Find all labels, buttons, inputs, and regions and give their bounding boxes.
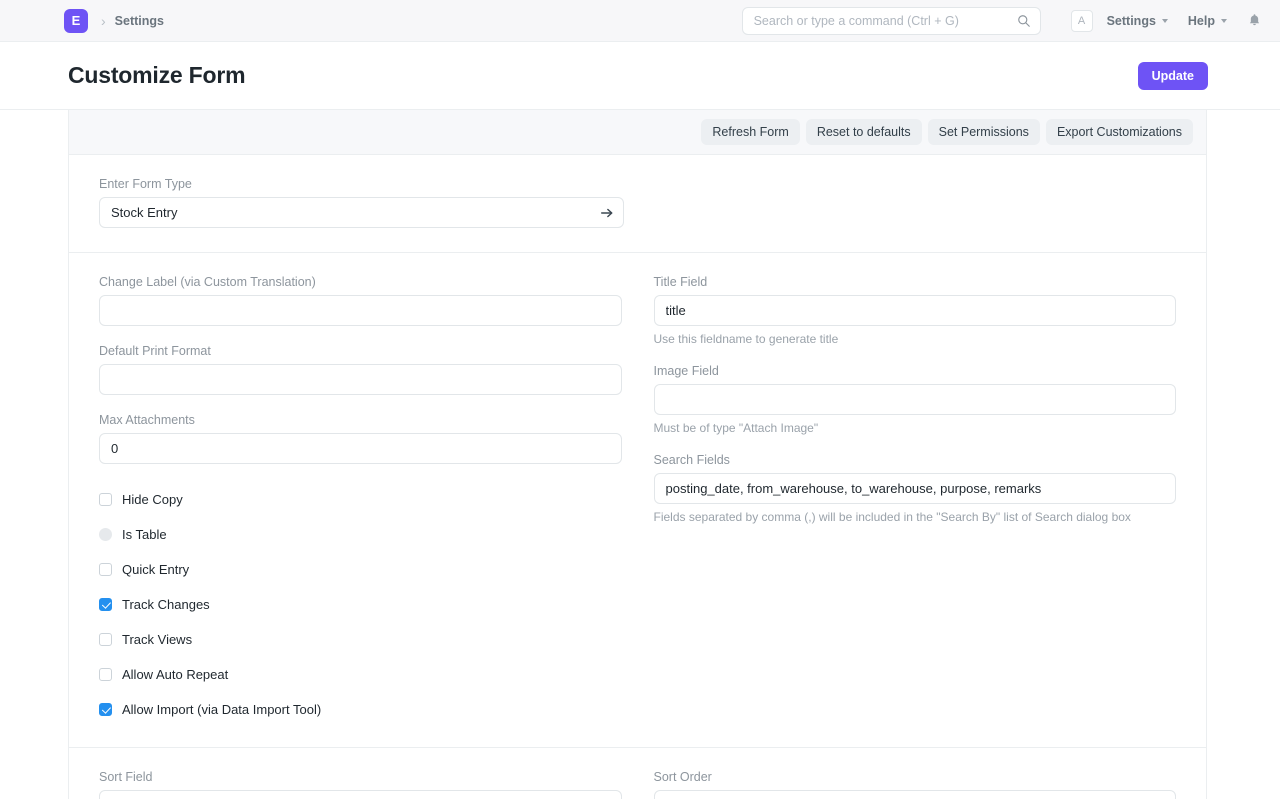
form-type-label: Enter Form Type: [99, 177, 624, 191]
search-fields-field: Search Fields Fields separated by comma …: [654, 453, 1177, 524]
sort-field-label: Sort Field: [99, 770, 622, 784]
app-logo[interactable]: E: [64, 9, 88, 33]
sort-field-select[interactable]: [99, 790, 622, 799]
global-search-box[interactable]: [742, 7, 1041, 35]
search-icon: [1017, 14, 1031, 28]
page-body: Refresh Form Reset to defaults Set Permi…: [0, 110, 1280, 799]
form-type-section: Enter Form Type: [69, 155, 1206, 253]
settings-dropdown[interactable]: Settings: [1107, 14, 1168, 28]
title-field-input[interactable]: [654, 295, 1177, 326]
sort-section: Sort Field Sort Order: [69, 748, 1206, 799]
is-table-label: Is Table: [122, 527, 167, 542]
change-label-label: Change Label (via Custom Translation): [99, 275, 622, 289]
track-views-label: Track Views: [122, 632, 192, 647]
is-table-checkbox: [99, 528, 112, 541]
checkbox-row-allow-import[interactable]: Allow Import (via Data Import Tool): [99, 696, 622, 723]
track-changes-checkbox[interactable]: [99, 598, 112, 611]
chevron-down-icon: [1162, 19, 1168, 23]
max-attachments-label: Max Attachments: [99, 413, 622, 427]
settings-right-column: Title Field Use this fieldname to genera…: [654, 275, 1177, 723]
title-field-label: Title Field: [654, 275, 1177, 289]
breadcrumb-settings-link[interactable]: Settings: [115, 14, 164, 28]
quick-entry-label: Quick Entry: [122, 562, 189, 577]
form-settings-grid: Change Label (via Custom Translation) De…: [99, 275, 1176, 723]
settings-dropdown-label: Settings: [1107, 14, 1156, 28]
reset-to-defaults-button[interactable]: Reset to defaults: [806, 119, 922, 145]
sort-order-select[interactable]: [654, 790, 1177, 799]
search-fields-input[interactable]: [654, 473, 1177, 504]
bell-icon[interactable]: [1247, 13, 1262, 28]
navbar: E › Settings A Settings Help: [0, 0, 1280, 42]
update-button[interactable]: Update: [1138, 62, 1208, 90]
default-print-format-field: Default Print Format: [99, 344, 622, 395]
track-changes-label: Track Changes: [122, 597, 210, 612]
sort-field-select-wrap: [99, 790, 622, 799]
search-fields-label: Search Fields: [654, 453, 1177, 467]
help-dropdown-label: Help: [1188, 14, 1215, 28]
form-type-input[interactable]: [99, 197, 624, 228]
allow-auto-repeat-checkbox[interactable]: [99, 668, 112, 681]
hide-copy-label: Hide Copy: [122, 492, 183, 507]
form-toolbar: Refresh Form Reset to defaults Set Permi…: [69, 110, 1206, 155]
sort-field-field: Sort Field: [99, 770, 622, 799]
change-label-field: Change Label (via Custom Translation): [99, 275, 622, 326]
checkbox-row-is-table: Is Table: [99, 521, 622, 548]
page-title: Customize Form: [68, 62, 245, 89]
quick-entry-checkbox[interactable]: [99, 563, 112, 576]
breadcrumb-chevron-icon: ›: [101, 14, 106, 28]
chevron-down-icon: [1221, 19, 1227, 23]
sort-grid: Sort Field Sort Order: [99, 770, 1176, 799]
refresh-form-button[interactable]: Refresh Form: [701, 119, 799, 145]
image-field-label: Image Field: [654, 364, 1177, 378]
max-attachments-input[interactable]: [99, 433, 622, 464]
settings-left-column: Change Label (via Custom Translation) De…: [99, 275, 622, 723]
change-label-input[interactable]: [99, 295, 622, 326]
checkbox-row-allow-auto-repeat[interactable]: Allow Auto Repeat: [99, 661, 622, 688]
track-views-checkbox[interactable]: [99, 633, 112, 646]
export-customizations-button[interactable]: Export Customizations: [1046, 119, 1193, 145]
image-field-input[interactable]: [654, 384, 1177, 415]
title-field-field: Title Field Use this fieldname to genera…: [654, 275, 1177, 346]
default-print-format-input[interactable]: [99, 364, 622, 395]
max-attachments-field: Max Attachments: [99, 413, 622, 464]
allow-import-checkbox[interactable]: [99, 703, 112, 716]
image-field-field: Image Field Must be of type "Attach Imag…: [654, 364, 1177, 435]
help-dropdown[interactable]: Help: [1188, 14, 1227, 28]
image-field-description: Must be of type "Attach Image": [654, 421, 1177, 435]
checkbox-group: Hide Copy Is Table Quick Entry Trac: [99, 486, 622, 723]
set-permissions-button[interactable]: Set Permissions: [928, 119, 1040, 145]
form-type-link-control: [99, 197, 624, 228]
checkbox-row-track-changes[interactable]: Track Changes: [99, 591, 622, 618]
sort-order-label: Sort Order: [654, 770, 1177, 784]
checkbox-row-quick-entry[interactable]: Quick Entry: [99, 556, 622, 583]
page-header: Customize Form Update: [0, 42, 1280, 110]
hide-copy-checkbox[interactable]: [99, 493, 112, 506]
title-field-description: Use this fieldname to generate title: [654, 332, 1177, 346]
checkbox-row-hide-copy[interactable]: Hide Copy: [99, 486, 622, 513]
search-input[interactable]: [754, 14, 1012, 28]
default-print-format-label: Default Print Format: [99, 344, 622, 358]
allow-auto-repeat-label: Allow Auto Repeat: [122, 667, 228, 682]
avatar[interactable]: A: [1071, 10, 1093, 32]
allow-import-label: Allow Import (via Data Import Tool): [122, 702, 321, 717]
search-fields-description: Fields separated by comma (,) will be in…: [654, 510, 1177, 524]
sort-order-field: Sort Order: [654, 770, 1177, 799]
arrow-right-icon[interactable]: [600, 206, 614, 220]
customize-form-card: Refresh Form Reset to defaults Set Permi…: [68, 110, 1207, 799]
form-settings-section: Change Label (via Custom Translation) De…: [69, 253, 1206, 748]
checkbox-row-track-views[interactable]: Track Views: [99, 626, 622, 653]
sort-order-select-wrap: [654, 790, 1177, 799]
form-type-field: Enter Form Type: [99, 177, 624, 228]
